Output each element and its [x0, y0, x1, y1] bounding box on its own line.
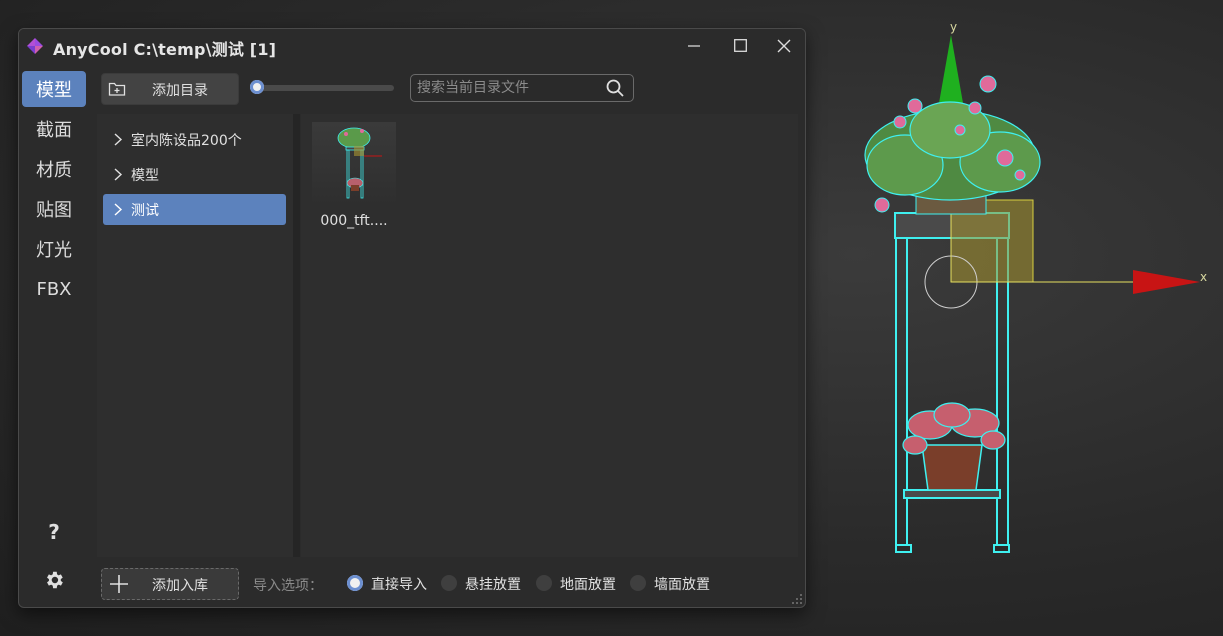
tree-item-label: 测试: [131, 203, 159, 219]
maximize-button[interactable]: [717, 29, 763, 62]
file-thumbnail: [312, 122, 396, 206]
folder-add-icon: [108, 82, 126, 96]
settings-button[interactable]: [39, 565, 69, 595]
radio-indicator: [441, 575, 457, 591]
radio-indicator: [347, 575, 363, 591]
nav-item-model[interactable]: 模型: [22, 71, 86, 107]
nav-item-material[interactable]: 材质: [22, 151, 86, 187]
chevron-right-icon: [114, 203, 123, 216]
slider-handle[interactable]: [250, 80, 264, 94]
upper-plant: [864, 101, 1041, 201]
y-axis-arrow: [939, 35, 963, 103]
tree-item-interior-decor[interactable]: 室内陈设品200个: [103, 124, 286, 155]
gear-icon: [47, 571, 63, 589]
minimize-icon: [688, 44, 700, 47]
window-title: AnyCool C:\temp\测试 [1]: [53, 40, 277, 59]
nav-item-fbx[interactable]: FBX: [22, 271, 86, 307]
import-options-label: 导入选项：: [253, 578, 323, 594]
add-directory-label: 添加目录: [152, 83, 208, 99]
stand-shelf: [903, 489, 1001, 499]
nav-item-section[interactable]: 截面: [22, 111, 86, 147]
radio-indicator: [536, 575, 552, 591]
slider-track: [256, 85, 394, 91]
maximize-icon: [733, 39, 747, 52]
radio-label: 地面放置: [560, 577, 616, 593]
radio-label: 悬挂放置: [465, 577, 521, 593]
help-button[interactable]: ?: [39, 517, 69, 547]
nav-item-texture[interactable]: 贴图: [22, 191, 86, 227]
x-axis-arrow: [1133, 270, 1200, 294]
chevron-right-icon: [114, 168, 123, 181]
nav-item-light[interactable]: 灯光: [22, 231, 86, 267]
radio-label: 墙面放置: [654, 577, 710, 593]
resize-grip-icon[interactable]: [791, 593, 803, 605]
add-to-library-label: 添加入库: [152, 578, 208, 594]
tree-item-label: 模型: [131, 168, 159, 184]
tree-item-model[interactable]: 模型: [103, 159, 286, 190]
anycool-window: AnyCool C:\temp\测试 [1] 模型 截面 材质 贴图 灯光 FB…: [18, 28, 806, 608]
x-axis-label: x: [1200, 270, 1208, 284]
radio-indicator: [630, 575, 646, 591]
plus-icon: [110, 575, 128, 593]
anycool-logo-icon: [27, 38, 43, 54]
close-icon: [777, 39, 791, 52]
bottom-bar: 添加入库 导入选项： 直接导入 悬挂放置 地面放置 墙面放置: [97, 565, 805, 605]
search-input[interactable]: [417, 77, 597, 99]
file-name: 000_tft....: [320, 213, 388, 229]
minimize-button[interactable]: [671, 29, 717, 62]
stand-feet: [895, 544, 1010, 553]
search-box: [410, 74, 634, 102]
thumbnail-size-slider[interactable]: [250, 79, 396, 97]
search-icon[interactable]: [605, 78, 625, 98]
add-directory-button[interactable]: 添加目录: [101, 73, 239, 105]
directory-tree: 室内陈设品200个 模型 测试: [97, 114, 293, 557]
file-grid: 000_tft....: [301, 114, 798, 557]
toolbar: 添加目录: [97, 67, 805, 107]
chevron-right-icon: [114, 133, 123, 146]
file-tile[interactable]: 000_tft....: [312, 122, 396, 234]
tree-item-label: 室内陈设品200个: [131, 133, 242, 149]
plant-stand-thumbnail-image: [337, 127, 382, 199]
category-sidebar: 模型 截面 材质 贴图 灯光 FBX ?: [19, 67, 91, 607]
add-to-library-button[interactable]: 添加入库: [101, 568, 239, 600]
lower-pot: [921, 444, 983, 491]
panel-splitter[interactable]: [293, 114, 300, 557]
y-axis-label: y: [950, 20, 958, 34]
tree-item-test[interactable]: 测试: [103, 194, 286, 225]
title-bar[interactable]: AnyCool C:\temp\测试 [1]: [19, 29, 805, 62]
radio-label: 直接导入: [371, 577, 427, 593]
close-button[interactable]: [761, 29, 805, 62]
